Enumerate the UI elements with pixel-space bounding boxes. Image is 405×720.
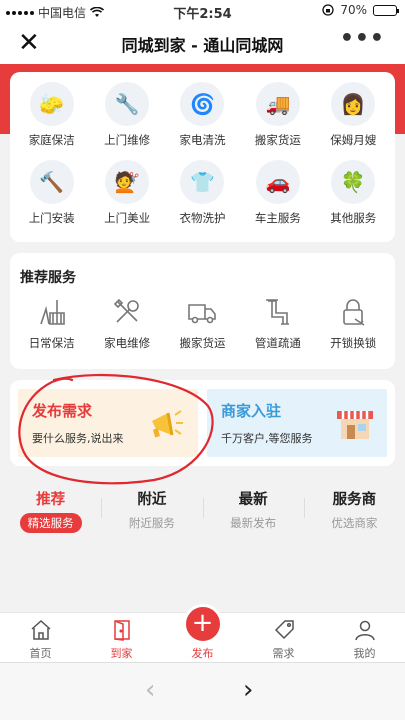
- shop-icon: [335, 405, 375, 447]
- recommended-items: 日常保洁 家电维修 搬家货运 管道疏通 开锁换锁: [14, 297, 391, 351]
- recommended-item-label: 家电维修: [104, 336, 151, 350]
- tools-icon: [112, 297, 142, 327]
- merchant-join-title: 商家入驻: [221, 402, 282, 420]
- recommended-heading: 推荐服务: [20, 270, 76, 286]
- category-item[interactable]: 👩 保姆月嫂: [316, 82, 391, 148]
- category-item[interactable]: 🌀 家电清洗: [165, 82, 240, 148]
- recommended-item-label: 管道疏通: [254, 336, 301, 350]
- category-item[interactable]: 🧽 家庭保洁: [14, 82, 89, 148]
- category-item-label: 家电清洗: [179, 133, 226, 147]
- category-item-label: 上门维修: [104, 133, 151, 147]
- nav-publish[interactable]: + 发布: [162, 604, 243, 662]
- pipe-icon: [263, 297, 293, 327]
- nav-label: 发布: [191, 647, 214, 660]
- nav-home[interactable]: 首页: [0, 613, 81, 662]
- tab-title: 推荐: [36, 492, 66, 508]
- plus-icon: +: [182, 604, 223, 644]
- recommended-item[interactable]: 搬家货运: [165, 297, 240, 351]
- tab-subtitle: 精选服务: [19, 513, 82, 533]
- status-right: 70%: [322, 3, 399, 17]
- category-item-label: 衣物洗护: [179, 211, 226, 225]
- category-item[interactable]: 🚚 搬家货运: [240, 82, 315, 148]
- nav-bar: ✕ 同城到家 - 通山同城网 •••: [0, 22, 405, 64]
- clover-icon: 🍀: [331, 160, 376, 204]
- tab-subtitle: 优选商家: [331, 516, 378, 530]
- nav-label: 首页: [29, 647, 52, 660]
- tab-providers[interactable]: 服务商 优选商家: [303, 484, 405, 534]
- nav-demand[interactable]: 需求: [243, 613, 324, 662]
- category-item-label: 搬家货运: [254, 133, 301, 147]
- post-request-title: 发布需求: [32, 402, 93, 420]
- merchant-join-subtitle: 千万客户,等您服务: [221, 432, 313, 445]
- tab-subtitle: 最新发布: [230, 516, 277, 530]
- truck-outline-icon: [186, 297, 218, 327]
- nav-me[interactable]: 我的: [324, 613, 405, 662]
- wrench-icon: 🔧: [105, 82, 150, 126]
- door-icon: [111, 618, 133, 642]
- nav-daojia[interactable]: 到家: [81, 613, 162, 662]
- category-grid-items: 🧽 家庭保洁 🔧 上门维修 🌀 家电清洗 🚚 搬家货运 👩 保姆月嫂 🔨 上门安装 💇 上门美业 👕 衣物洗护…: [14, 82, 391, 226]
- more-options-icon[interactable]: •••: [340, 26, 385, 51]
- tab-title: 附近: [137, 492, 167, 508]
- tab-recommend[interactable]: 推荐 精选服务: [0, 484, 101, 534]
- nav-label: 需求: [272, 647, 295, 660]
- recommended-item-label: 搬家货运: [179, 336, 226, 350]
- post-request-subtitle: 要什么服务,说出来: [32, 432, 124, 445]
- car-icon: 🚗: [255, 160, 300, 204]
- broom-icon: [37, 297, 67, 327]
- hammer-icon: 🔨: [29, 160, 74, 204]
- tab-nearby[interactable]: 附近 附近服务: [101, 484, 202, 534]
- category-item[interactable]: 🍀 其他服务: [316, 160, 391, 226]
- beauty-icon: 💇: [105, 160, 150, 204]
- bottom-nav: 首页 到家 + 发布 需求 我的: [0, 604, 405, 662]
- recommended-item-label: 开锁换锁: [330, 336, 377, 350]
- rotation-lock-icon: [322, 4, 334, 16]
- category-item[interactable]: 🔨 上门安装: [14, 160, 89, 226]
- megaphone-icon: [146, 405, 186, 447]
- category-item-label: 上门安装: [28, 211, 75, 225]
- category-item-label: 车主服务: [254, 211, 301, 225]
- washing-machine-icon: 🌀: [180, 82, 225, 126]
- content-tabs: 推荐 精选服务 附近 附近服务 最新 最新发布 服务商 优选商家: [0, 484, 405, 534]
- post-request-card[interactable]: 发布需求 要什么服务,说出来: [18, 389, 198, 457]
- category-item-label: 保姆月嫂: [330, 133, 377, 147]
- browser-toolbar: ‹ ›: [0, 662, 405, 720]
- user-icon: [354, 618, 376, 642]
- cleaning-icon: 🧽: [29, 82, 74, 126]
- back-arrow-icon[interactable]: ‹: [145, 675, 155, 705]
- category-item[interactable]: 🔧 上门维修: [89, 82, 164, 148]
- forward-arrow-icon[interactable]: ›: [243, 675, 253, 705]
- truck-icon: 🚚: [255, 82, 300, 126]
- recommended-item[interactable]: 家电维修: [89, 297, 164, 351]
- recommended-item[interactable]: 管道疏通: [240, 297, 315, 351]
- tab-subtitle: 附近服务: [128, 516, 175, 530]
- home-icon: [30, 618, 52, 642]
- category-item-label: 其他服务: [330, 211, 377, 225]
- recommended-item[interactable]: 日常保洁: [14, 297, 89, 351]
- category-grid: 🧽 家庭保洁 🔧 上门维修 🌀 家电清洗 🚚 搬家货运 👩 保姆月嫂 🔨 上门安装 💇 上门美业 👕 衣物洗护…: [10, 72, 395, 242]
- recommended-item[interactable]: 开锁换锁: [316, 297, 391, 351]
- nanny-icon: 👩: [331, 82, 376, 126]
- promo-section: 发布需求 要什么服务,说出来 商家入驻 千万客户,等您服务: [10, 380, 395, 466]
- category-item-label: 家庭保洁: [28, 133, 75, 147]
- battery-percent: 70%: [340, 3, 367, 17]
- tab-title: 服务商: [332, 492, 377, 508]
- recommended-services: 推荐服务 日常保洁 家电维修 搬家货运 管道疏通 开锁换锁: [10, 253, 395, 369]
- tab-latest[interactable]: 最新 最新发布: [202, 484, 304, 534]
- nav-label: 到家: [110, 647, 133, 660]
- tab-title: 最新: [238, 492, 268, 508]
- recommended-item-label: 日常保洁: [28, 336, 75, 350]
- merchant-join-card[interactable]: 商家入驻 千万客户,等您服务: [207, 389, 387, 457]
- nav-label: 我的: [353, 647, 376, 660]
- shirt-icon: 👕: [180, 160, 225, 204]
- battery-icon: [373, 4, 399, 16]
- category-item[interactable]: 🚗 车主服务: [240, 160, 315, 226]
- tag-icon: [273, 618, 295, 642]
- category-item-label: 上门美业: [104, 211, 151, 225]
- status-bar: 中国电信 下午2:54 70%: [0, 0, 405, 22]
- category-item[interactable]: 💇 上门美业: [89, 160, 164, 226]
- lock-icon: [338, 297, 368, 327]
- category-item[interactable]: 👕 衣物洗护: [165, 160, 240, 226]
